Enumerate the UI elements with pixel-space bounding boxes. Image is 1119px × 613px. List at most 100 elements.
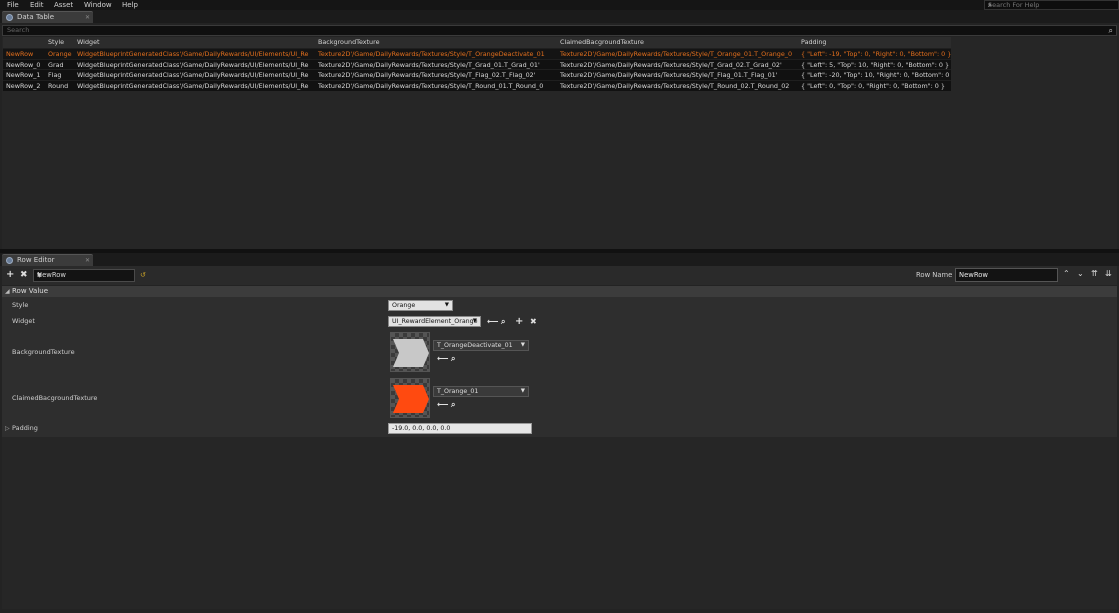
background-texture-thumbnail[interactable] <box>390 332 430 372</box>
tab-row-editor[interactable]: Row Editor ✕ <box>2 254 93 266</box>
tab-data-table[interactable]: Data Table ✕ <box>2 11 93 23</box>
claimed-texture-dropdown[interactable]: T_Orange_01 ▼ <box>433 386 529 397</box>
row-name-cell: NewRow_1 <box>6 71 41 80</box>
use-selected-arrow-icon[interactable]: ⟵ <box>487 317 498 326</box>
menu-bar: File Edit Asset Window Help <box>0 0 1119 10</box>
menu-asset[interactable]: Asset <box>54 0 73 10</box>
style-property-label: Style <box>12 301 29 309</box>
table-row[interactable]: NewRow_0 Grad WidgetBlueprintGeneratedCl… <box>3 58 951 70</box>
search-icon[interactable]: ⌕ <box>1109 26 1113 35</box>
style-cell: Flag <box>48 71 62 80</box>
background-texture-value: T_OrangeDeactivate_01 <box>437 342 513 349</box>
table-search-input[interactable]: Search ⌕ <box>2 25 1117 36</box>
row-editor-icon <box>6 257 13 264</box>
table-row[interactable]: NewRow_2 Round WidgetBlueprintGeneratedC… <box>3 80 951 91</box>
clear-icon[interactable]: ✖ <box>530 317 537 326</box>
section-title: Row Value <box>12 287 49 295</box>
row-name-label: Row Name <box>916 271 953 279</box>
claimed-texture-cell: Texture2D'/Game/DailyRewards/Textures/St… <box>560 60 782 69</box>
claimed-texture-thumbnail[interactable] <box>390 378 430 418</box>
browse-search-icon[interactable]: ⌕ <box>451 400 455 409</box>
widget-cell: WidgetBlueprintGeneratedClass'/Game/Dail… <box>77 60 309 69</box>
chevron-down-icon: ▼ <box>444 302 449 308</box>
move-row-bottom-icon[interactable]: ⇊ <box>1105 269 1112 279</box>
search-icon[interactable]: ⌕ <box>988 1 1116 9</box>
claimed-texture-value: T_Orange_01 <box>437 388 479 395</box>
menu-help[interactable]: Help <box>122 0 138 10</box>
padding-input[interactable]: -19.0, 0.0, 0.0, 0.0 <box>388 423 532 434</box>
help-search-field[interactable]: Search For Help ⌕ <box>984 0 1119 10</box>
grey-chevron-texture <box>393 339 429 367</box>
use-selected-arrow-icon[interactable]: ⟵ <box>437 354 448 363</box>
move-row-top-icon[interactable]: ⇈ <box>1091 269 1098 279</box>
delete-row-icon[interactable]: ✖ <box>20 270 28 280</box>
data-table-icon <box>6 14 13 21</box>
column-header-widget[interactable]: Widget <box>76 37 315 48</box>
table-row[interactable]: NewRow_1 Flag WidgetBlueprintGeneratedCl… <box>3 69 951 81</box>
expand-arrow-icon[interactable]: ▷ <box>5 424 10 433</box>
empty-details-area <box>2 437 1117 609</box>
column-header-padding[interactable]: Padding <box>800 37 951 48</box>
claimed-texture-cell: Texture2D'/Game/DailyRewards/Textures/St… <box>560 71 778 80</box>
row-name-cell: NewRow_2 <box>6 82 41 91</box>
row-name-value: NewRow <box>959 271 988 279</box>
chevron-down-icon: ▼ <box>520 388 525 394</box>
use-selected-arrow-icon[interactable]: ⟵ <box>437 400 448 409</box>
table-search-placeholder: Search <box>7 26 30 34</box>
claimed-texture-cell: Texture2D'/Game/DailyRewards/Textures/St… <box>560 49 793 58</box>
style-dropdown[interactable]: Orange ▼ <box>388 300 453 311</box>
row-name-cell: NewRow <box>6 49 34 58</box>
claimed-texture-label: ClaimedBacgroundTexture <box>12 394 98 402</box>
style-dropdown-value: Orange <box>392 302 416 309</box>
widget-class-dropdown[interactable]: UI_RewardElement_Orange ▼ <box>388 316 481 327</box>
column-header-style[interactable]: Style <box>47 37 77 48</box>
close-icon[interactable]: ✕ <box>85 12 90 23</box>
menu-file[interactable]: File <box>7 0 19 10</box>
background-texture-label: BackgroundTexture <box>12 348 75 356</box>
padding-cell: { "Left": -20, "Top": 10, "Right": 0, "B… <box>801 71 951 80</box>
background-texture-cell: Texture2D'/Game/DailyRewards/Textures/St… <box>318 49 545 58</box>
style-cell: Orange <box>48 49 72 58</box>
widget-cell: WidgetBlueprintGeneratedClass'/Game/Dail… <box>77 71 309 80</box>
widget-class-value: UI_RewardElement_Orange <box>392 318 478 325</box>
menu-window[interactable]: Window <box>84 0 112 10</box>
style-cell: Round <box>48 82 69 91</box>
padding-property-label: Padding <box>12 424 38 432</box>
style-cell: Grad <box>48 60 64 69</box>
data-table-tabbar: Data Table ✕ <box>0 10 1119 23</box>
move-row-up-icon[interactable]: ⌃ <box>1063 269 1070 279</box>
chevron-down-icon: ▼ <box>520 342 525 348</box>
row-editor-tabbar: Row Editor ✕ <box>0 253 1119 266</box>
orange-chevron-texture <box>393 385 429 413</box>
chevron-down-icon: ▼ <box>472 318 477 324</box>
menu-edit[interactable]: Edit <box>30 0 44 10</box>
browse-search-icon[interactable]: ⌕ <box>501 317 505 326</box>
column-header-claimed-background-texture[interactable]: ClaimedBacgroundTexture <box>559 37 798 48</box>
row-value-section-header[interactable]: ◢ Row Value <box>2 286 1117 297</box>
tab-row-editor-label: Row Editor <box>17 256 55 264</box>
add-icon[interactable]: + <box>515 317 523 327</box>
collapse-arrow-icon[interactable]: ◢ <box>5 286 10 297</box>
move-row-down-icon[interactable]: ⌄ <box>1077 269 1084 279</box>
add-row-icon[interactable]: + <box>6 270 14 280</box>
chevron-down-icon: ▼ <box>37 272 42 279</box>
browse-search-icon[interactable]: ⌕ <box>451 354 455 363</box>
padding-cell: { "Left": 0, "Top": 0, "Right": 0, "Bott… <box>801 82 945 91</box>
column-header-background-texture[interactable]: BackgroundTexture <box>317 37 556 48</box>
padding-value: -19.0, 0.0, 0.0, 0.0 <box>392 425 451 432</box>
row-name-input[interactable]: NewRow <box>955 268 1058 282</box>
row-selector-dropdown[interactable]: NewRow ▼ <box>33 269 135 282</box>
reset-arrow-icon[interactable]: ↺ <box>140 270 146 280</box>
background-texture-cell: Texture2D'/Game/DailyRewards/Textures/St… <box>318 82 544 91</box>
tab-data-table-label: Data Table <box>17 13 55 21</box>
padding-cell: { "Left": 5, "Top": 10, "Right": 0, "Bot… <box>801 60 950 69</box>
background-texture-cell: Texture2D'/Game/DailyRewards/Textures/St… <box>318 60 540 69</box>
padding-cell: { "Left": -19, "Top": 0, "Right": 0, "Bo… <box>801 49 951 58</box>
widget-cell: WidgetBlueprintGeneratedClass'/Game/Dail… <box>77 49 309 58</box>
table-header: Style Widget BackgroundTexture ClaimedBa… <box>3 37 951 48</box>
table-row[interactable]: NewRow Orange WidgetBlueprintGeneratedCl… <box>3 47 951 59</box>
claimed-texture-cell: Texture2D'/Game/DailyRewards/Textures/St… <box>560 82 790 91</box>
background-texture-dropdown[interactable]: T_OrangeDeactivate_01 ▼ <box>433 340 529 351</box>
widget-cell: WidgetBlueprintGeneratedClass'/Game/Dail… <box>77 82 309 91</box>
close-icon[interactable]: ✕ <box>85 255 90 266</box>
